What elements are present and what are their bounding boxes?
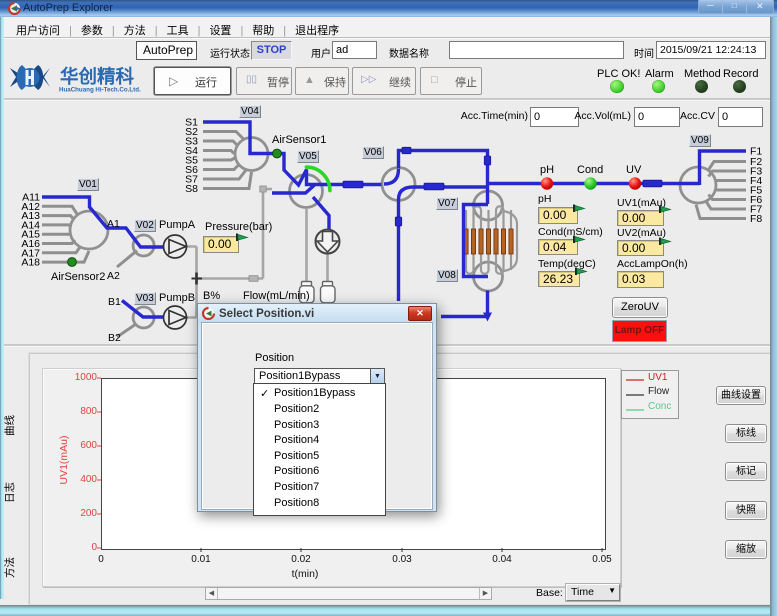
svg-text:B1: B1 — [108, 296, 121, 308]
svg-text:A18: A18 — [21, 257, 40, 269]
svg-text:Flow(mL/min): Flow(mL/min) — [243, 290, 310, 302]
svg-text:PumpB: PumpB — [159, 292, 195, 304]
svg-text:AirSensor2: AirSensor2 — [51, 271, 105, 283]
svg-text:pH: pH — [540, 164, 554, 176]
svg-text:B2: B2 — [108, 332, 121, 344]
svg-text:B%: B% — [203, 290, 220, 302]
svg-text:A2: A2 — [107, 270, 120, 282]
svg-text:AirSensor1: AirSensor1 — [272, 134, 326, 146]
svg-text:F8: F8 — [750, 213, 762, 225]
svg-text:Cond: Cond — [577, 164, 603, 176]
svg-text:Pressure(bar): Pressure(bar) — [205, 221, 272, 233]
svg-text:A1: A1 — [107, 218, 120, 230]
svg-text:PumpA: PumpA — [159, 219, 196, 231]
svg-text:UV: UV — [626, 164, 642, 176]
svg-text:S8: S8 — [185, 183, 198, 195]
